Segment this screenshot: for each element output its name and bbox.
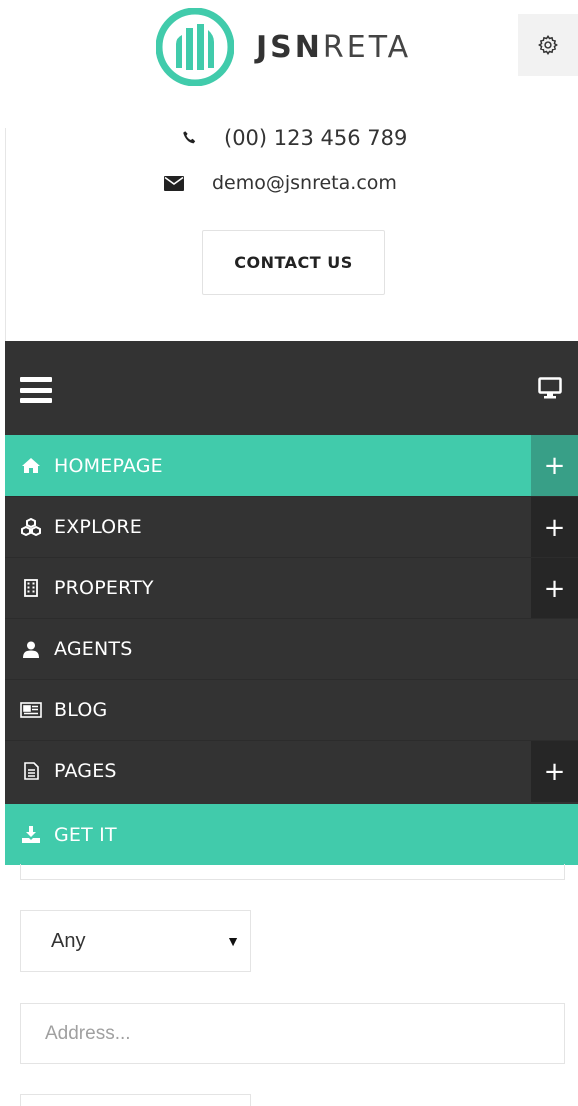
file-icon	[20, 762, 42, 780]
menu-item-label: AGENTS	[54, 638, 133, 660]
cubes-icon	[20, 518, 42, 536]
menu-item-label: HOMEPAGE	[54, 454, 163, 477]
keyword-field[interactable]	[20, 864, 565, 880]
mobile-menu: HOMEPAGE + EXPLORE + PROPERTY + AGENTS B…	[5, 341, 578, 865]
logo-mark-icon	[156, 8, 234, 86]
menu-item-label: GET IT	[54, 823, 117, 846]
user-icon	[20, 641, 42, 658]
menu-item-agents[interactable]: AGENTS	[5, 618, 578, 679]
download-icon	[20, 826, 42, 843]
building-icon	[20, 579, 42, 597]
address-input[interactable]	[20, 1003, 565, 1064]
menu-item-label: BLOG	[54, 699, 108, 721]
settings-button[interactable]	[518, 14, 578, 76]
type-select[interactable]: Any ▼	[20, 910, 251, 972]
expand-button[interactable]: +	[531, 435, 578, 496]
envelope-icon	[162, 175, 186, 191]
brand-name-bold: JSN	[256, 29, 323, 65]
type-select-value: Any	[51, 929, 86, 952]
menu-toolbar	[5, 341, 578, 435]
caret-down-icon: ▼	[226, 933, 240, 949]
menu-item-pages[interactable]: PAGES +	[5, 740, 578, 802]
expand-button[interactable]: +	[531, 497, 578, 558]
site-header: JSNRETA	[0, 0, 578, 100]
menu-item-label: EXPLORE	[54, 516, 142, 538]
contact-us-button[interactable]: CONTACT US	[202, 230, 385, 295]
newspaper-icon	[20, 702, 42, 718]
email-address[interactable]: demo@jsnreta.com	[212, 172, 397, 194]
menu-item-explore[interactable]: EXPLORE +	[5, 496, 578, 558]
expand-button[interactable]: +	[531, 741, 578, 802]
gear-icon	[538, 34, 558, 56]
next-field[interactable]	[20, 1094, 251, 1106]
phone-number[interactable]: (00) 123 456 789	[224, 126, 407, 150]
brand-name: JSNRETA	[256, 30, 411, 65]
brand-name-light: RETA	[322, 29, 412, 65]
menu-item-property[interactable]: PROPERTY +	[5, 557, 578, 619]
phone-icon	[178, 130, 202, 146]
menu-item-label: PROPERTY	[54, 577, 154, 599]
email-row: demo@jsnreta.com	[162, 172, 397, 194]
monitor-icon[interactable]	[538, 377, 562, 399]
menu-item-blog[interactable]: BLOG	[5, 679, 578, 740]
menu-item-label: PAGES	[54, 760, 117, 782]
content-divider	[5, 128, 6, 342]
site-logo[interactable]: JSNRETA	[156, 8, 411, 86]
phone-row: (00) 123 456 789	[178, 126, 407, 150]
menu-item-homepage[interactable]: HOMEPAGE +	[5, 435, 578, 496]
expand-button[interactable]: +	[531, 558, 578, 619]
hamburger-icon[interactable]	[20, 377, 52, 403]
home-icon	[20, 458, 42, 473]
menu-item-get-it[interactable]: GET IT	[5, 804, 578, 865]
